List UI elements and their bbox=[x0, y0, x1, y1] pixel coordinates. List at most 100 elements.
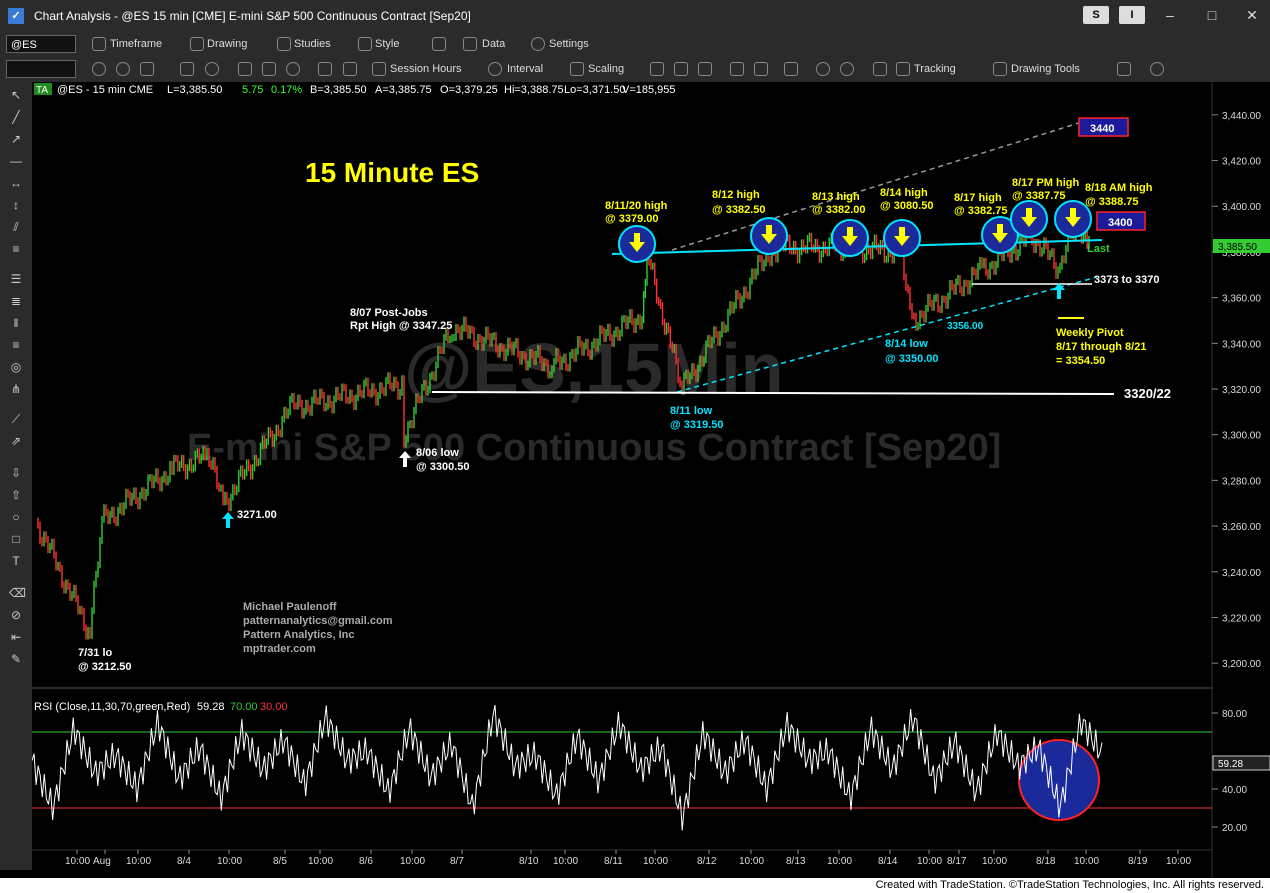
annotation-813-high-value: @ 3382.00 bbox=[812, 204, 866, 216]
new-window-icon[interactable] bbox=[1117, 62, 1131, 76]
annotation-3271: 3271.00 bbox=[237, 509, 277, 521]
arrow-tool-icon[interactable]: ⇗ bbox=[9, 434, 23, 448]
settings-menu[interactable]: Settings bbox=[549, 38, 589, 50]
scaling-menu[interactable]: Scaling bbox=[588, 63, 624, 75]
annotation-814-low-value: @ 3350.00 bbox=[885, 353, 939, 365]
weekly-pivot-range: 8/17 through 8/21 bbox=[1056, 341, 1146, 353]
credit-author: Michael Paulenoff bbox=[243, 601, 337, 613]
style-menu[interactable]: Style bbox=[375, 38, 399, 50]
time-tick-label: Aug bbox=[93, 856, 111, 867]
annotation-731-low-value: @ 3212.50 bbox=[78, 661, 132, 673]
session-hours-menu[interactable]: Session Hours bbox=[390, 63, 462, 75]
annotation-818am-high-value: @ 3388.75 bbox=[1085, 196, 1139, 208]
time-tick-label: 8/4 bbox=[177, 856, 191, 867]
rectangle-icon[interactable]: □ bbox=[9, 532, 23, 546]
maximize-button[interactable]: □ bbox=[1200, 6, 1224, 24]
price-tick-label: 3,280.00 bbox=[1222, 476, 1261, 487]
annotation-813-high: 8/13 high bbox=[812, 191, 860, 203]
ask-info: A=3,385.75 bbox=[375, 84, 432, 96]
grid-layout-icon[interactable] bbox=[873, 62, 887, 76]
close-button[interactable]: ✕ bbox=[1240, 6, 1264, 24]
rotate-icon[interactable] bbox=[286, 62, 300, 76]
data-menu[interactable]: Data bbox=[482, 38, 505, 50]
area-style-icon[interactable] bbox=[754, 62, 768, 76]
annotation-3356: 3356.00 bbox=[947, 321, 984, 332]
pen-icon[interactable]: ✎ bbox=[9, 652, 23, 666]
clock-icon bbox=[372, 62, 386, 76]
arrow-down-icon[interactable]: ⇩ bbox=[9, 466, 23, 480]
zoom-in-icon[interactable] bbox=[816, 62, 830, 76]
window-icon[interactable] bbox=[784, 62, 798, 76]
annotation-807-high-value: Rpt High @ 3347.25 bbox=[350, 320, 452, 332]
interval-icon bbox=[488, 62, 502, 76]
ellipse-icon[interactable]: ○ bbox=[9, 510, 23, 524]
i-menu-button[interactable]: I bbox=[1119, 6, 1145, 24]
chart-type-icon[interactable] bbox=[238, 62, 252, 76]
last-price-info: L=3,385.50 bbox=[167, 84, 222, 96]
ray-icon[interactable]: ↗ bbox=[9, 132, 23, 146]
remove-icon[interactable]: ⊘ bbox=[9, 608, 23, 622]
circle-icon[interactable] bbox=[116, 62, 130, 76]
time-tick-label: 8/5 bbox=[273, 856, 287, 867]
calendar-icon[interactable] bbox=[140, 62, 154, 76]
chart-canvas[interactable]: TA @ES - 15 min CME L=3,385.50 5.75 0.17… bbox=[32, 82, 1270, 878]
rsi-highlight-circle bbox=[1018, 739, 1100, 821]
interval-menu[interactable]: Interval bbox=[507, 63, 543, 75]
annotation-814-high-value: @ 3080.50 bbox=[880, 200, 934, 212]
candle-style-icon[interactable] bbox=[674, 62, 688, 76]
parallel-icon[interactable]: ≡ bbox=[9, 242, 23, 256]
eraser-icon[interactable]: ⌫ bbox=[9, 586, 26, 600]
fib-icon[interactable]: ☰ bbox=[9, 272, 23, 286]
arrow-up-icon[interactable]: ⇧ bbox=[9, 488, 23, 502]
annotation-3373-3370: 3373 to 3370 bbox=[1094, 274, 1159, 286]
chat-icon[interactable] bbox=[1150, 62, 1164, 76]
collapse-icon[interactable]: ⇤ bbox=[9, 630, 23, 644]
annotation-811-low: 8/11 low bbox=[670, 405, 713, 417]
symbol-input[interactable]: @ES bbox=[6, 35, 76, 53]
watermark-name: E-mini S&P 500 Continuous Contract [Sep2… bbox=[187, 427, 1001, 469]
scaling-icon bbox=[570, 62, 584, 76]
annotation-814-low: 8/14 low bbox=[885, 338, 928, 350]
andrews-icon[interactable]: ⋔ bbox=[9, 382, 23, 396]
minimize-button[interactable]: – bbox=[1158, 6, 1182, 24]
drawing-menu[interactable]: Drawing bbox=[207, 38, 247, 50]
s-menu-button[interactable]: S bbox=[1083, 6, 1109, 24]
table-icon[interactable] bbox=[262, 62, 276, 76]
time-tick-label: 8/11 bbox=[604, 856, 623, 867]
dollar-icon[interactable] bbox=[180, 62, 194, 76]
bar-style-icon[interactable] bbox=[650, 62, 664, 76]
title-bar: ✓ Chart Analysis - @ES 15 min [CME] E-mi… bbox=[0, 0, 1270, 32]
zoom-circle-icon[interactable] bbox=[92, 62, 106, 76]
gear-sm-icon[interactable] bbox=[318, 62, 332, 76]
rsi-tick-label: 20.00 bbox=[1222, 823, 1247, 834]
fib-circle-icon[interactable]: ◎ bbox=[9, 360, 23, 374]
fib-time-icon[interactable]: ‖ bbox=[9, 316, 23, 330]
vertical-line-icon[interactable]: ↕ bbox=[9, 198, 23, 212]
hollow-candle-icon[interactable] bbox=[698, 62, 712, 76]
drawing-tools-menu[interactable]: Drawing Tools bbox=[1011, 63, 1080, 75]
bid-info: B=3,385.50 bbox=[310, 84, 367, 96]
window-title: Chart Analysis - @ES 15 min [CME] E-mini… bbox=[34, 9, 471, 23]
channel-icon[interactable]: ⫽ bbox=[9, 220, 23, 234]
pointer-icon[interactable]: ↖ bbox=[9, 88, 23, 102]
refresh-icon[interactable] bbox=[205, 62, 219, 76]
text-tool-icon[interactable]: T bbox=[9, 554, 23, 568]
speed-line-icon[interactable]: ⟋ bbox=[9, 412, 23, 426]
grid-icon[interactable] bbox=[343, 62, 357, 76]
annotation-731-low: 7/31 lo bbox=[78, 647, 113, 659]
footer-credit: Created with TradeStation. ©TradeStation… bbox=[875, 879, 1264, 891]
line-style-icon[interactable] bbox=[730, 62, 744, 76]
link-icon[interactable] bbox=[432, 37, 446, 51]
interval-select[interactable] bbox=[6, 60, 76, 78]
fib-ext-icon[interactable]: ≣ bbox=[9, 294, 23, 308]
studies-menu[interactable]: Studies bbox=[294, 38, 331, 50]
gann-icon[interactable]: ≡ bbox=[9, 338, 23, 352]
trendline-icon[interactable]: ╱ bbox=[9, 110, 23, 124]
zoom-out-icon[interactable] bbox=[840, 62, 854, 76]
price-tick-label: 3,300.00 bbox=[1222, 431, 1261, 442]
horizontal-line-icon[interactable]: ↔ bbox=[9, 176, 23, 190]
annotation-817pm-high: 8/17 PM high bbox=[1012, 177, 1080, 189]
line-tool-icon[interactable]: — bbox=[9, 154, 23, 168]
timeframe-menu[interactable]: Timeframe bbox=[110, 38, 162, 50]
tracking-menu[interactable]: Tracking bbox=[914, 63, 956, 75]
